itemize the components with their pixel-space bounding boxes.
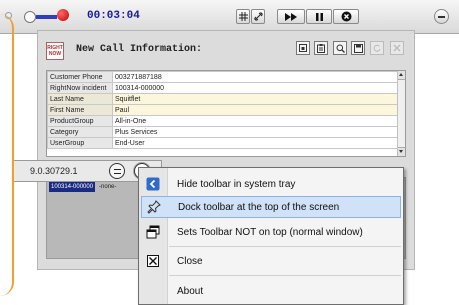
grid-row: ProductGroup All-in-One [47, 115, 398, 127]
field-label: Last Name [47, 93, 113, 105]
menu-item-close[interactable]: Close [141, 250, 401, 272]
status-level-bar [36, 15, 57, 19]
forward-button[interactable] [277, 9, 305, 24]
window-icon [141, 222, 165, 242]
save-icon[interactable] [351, 41, 365, 55]
incident-id: 100314-000000 [49, 182, 96, 192]
window-title: New Call Information: [76, 44, 203, 55]
field-label: ProductGroup [47, 115, 113, 127]
context-menu: Hide toolbar in system tray Dock toolbar… [138, 167, 404, 305]
menu-item-label: Dock toolbar at the top of the screen [178, 201, 340, 213]
scroll-up-icon[interactable] [398, 71, 405, 80]
field-value[interactable]: Plus Services [112, 126, 398, 138]
field-value[interactable]: Squitflet [112, 93, 398, 105]
menu-item-label: Close [177, 255, 203, 267]
field-value[interactable]: Paul [112, 104, 398, 116]
menu-item-label: Hide toolbar in system tray [177, 178, 296, 190]
stop-button[interactable] [333, 9, 359, 24]
menu-separator [169, 275, 401, 276]
menu-item-label: Sets Toolbar NOT on top (normal window) [177, 226, 363, 238]
tray-icon [141, 174, 165, 194]
grid-row: Last Name Squitflet [47, 93, 398, 105]
field-value[interactable]: All-in-One [112, 115, 398, 127]
call-info-table: Customer Phone 003271887188 RightNow incid… [47, 71, 398, 149]
field-label: Customer Phone [47, 71, 113, 83]
menu-item-hide-tray[interactable]: Hide toolbar in system tray [141, 173, 401, 195]
phone-toolbar: 00:03:04 [0, 0, 459, 34]
field-label: Category [47, 126, 113, 138]
stop-icon [341, 11, 352, 22]
incident-row[interactable]: 100314-000000 -none- [49, 182, 120, 192]
hash-icon [238, 12, 248, 21]
menu-item-dock-top[interactable]: Dock toolbar at the top of the screen [141, 196, 401, 218]
grid-row: RightNow incident 100314-000000 [47, 82, 398, 94]
field-value[interactable]: 100314-000000 [112, 82, 398, 94]
grid-row: Category Plus Services [47, 126, 398, 138]
minimize-button[interactable] [434, 9, 449, 24]
close-icon [390, 41, 404, 55]
minimize-icon [438, 15, 445, 18]
grid-row: Customer Phone 003271887188 [47, 71, 398, 83]
toolbar-accent-edge [0, 14, 14, 296]
scroll-down-icon[interactable] [398, 147, 405, 156]
pause-icon [315, 12, 323, 21]
field-label: UserGroup [47, 137, 113, 149]
rightnow-logo: RIGHT NOW [46, 42, 64, 60]
menu-separator [169, 246, 401, 247]
hash-button[interactable] [236, 9, 250, 24]
grid-row: First Name Paul [47, 104, 398, 116]
link-button[interactable] [251, 9, 265, 24]
menu-item-not-on-top[interactable]: Sets Toolbar NOT on top (normal window) [141, 221, 401, 243]
link-icon [253, 12, 263, 21]
status-radio[interactable] [24, 11, 36, 23]
menu-toggle-icon[interactable] [109, 163, 125, 179]
fast-forward-icon [285, 12, 297, 21]
close-icon [141, 251, 165, 271]
version-number: 9.0.30729.1 [30, 166, 78, 176]
field-label: RightNow incident [47, 82, 113, 94]
pause-button[interactable] [306, 9, 332, 24]
pin-icon [142, 197, 166, 217]
field-value[interactable]: End-User [112, 137, 398, 149]
field-value[interactable]: 003271887188 [112, 71, 398, 83]
menu-item-about[interactable]: About [141, 280, 401, 302]
refresh-icon [370, 41, 384, 55]
menu-item-label: About [177, 285, 204, 297]
field-label: First Name [47, 104, 113, 116]
incident-value: -none- [99, 184, 117, 190]
call-timer: 00:03:04 [87, 10, 140, 22]
grid-row: UserGroup End-User [47, 137, 398, 149]
grid-scrollbar[interactable] [397, 71, 405, 156]
clipboard-icon[interactable] [314, 41, 328, 55]
document-icon[interactable] [296, 41, 310, 55]
call-info-grid: Customer Phone 003271887188 RightNow incid… [46, 70, 406, 157]
record-icon[interactable] [57, 9, 69, 21]
search-icon[interactable] [333, 41, 347, 55]
